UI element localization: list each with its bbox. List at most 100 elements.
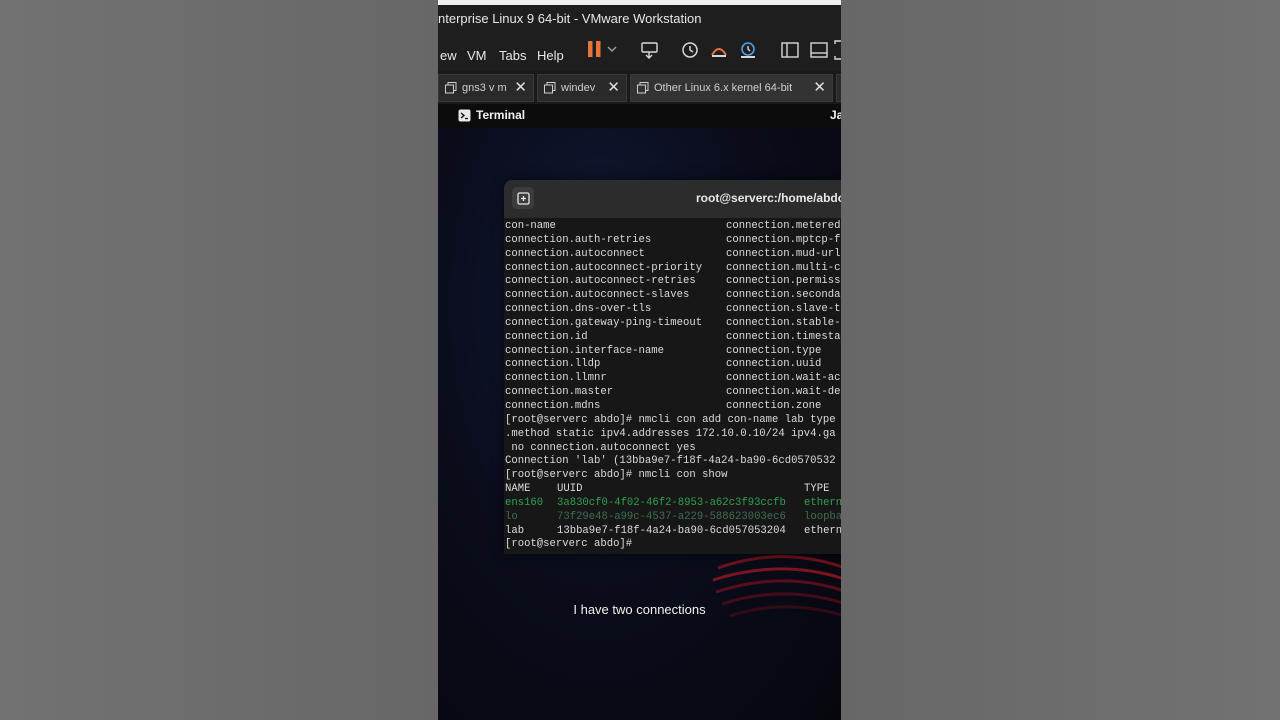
tab-windev[interactable]: windev ✕ [537,74,627,102]
titlebar-top-strip [438,0,841,5]
terminal-line: [root@serverc abdo]# nmcli con show [505,469,728,482]
completion-row: connection.autoconnect connection.mud-url [505,248,841,262]
wallpaper-swirl [712,555,841,618]
send-keys-icon[interactable] [639,39,661,61]
tab-label: windev [561,82,596,94]
activity-label: Terminal [476,108,526,122]
menu-vm[interactable]: VM [465,48,489,63]
table-row: lo 73f29e48-a99c-4537-a229-588623003ec6 lo… [505,511,841,525]
tab-overflow[interactable] [836,74,841,102]
completion-item: connection.uuid [726,358,822,371]
window-title: nterprise Linux 9 64-bit - VMware Workst… [438,11,702,26]
snapshot-icon[interactable] [679,39,701,61]
column-uuid: UUID [557,483,583,496]
terminal-icon [458,109,471,121]
terminal-prompt[interactable]: [root@serverc abdo]# [505,538,841,552]
completion-item: connection.mdns [505,399,601,412]
completion-row: connection.auth-retries connection.mptcp-… [505,234,841,248]
revert-snapshot-icon[interactable] [708,39,730,61]
chevron-down-icon[interactable] [606,38,618,60]
terminal-line: .method static ipv4.addresses 172.10.0.1… [505,427,836,440]
completion-row: connection.master connection.wait-de [505,386,841,400]
completion-item: connection.wait-ac [726,372,841,385]
completion-item: connection.dns-over-tls [505,303,652,316]
row-name: lab [505,524,525,537]
new-tab-button[interactable] [512,187,534,209]
completion-item: connection.zone [726,399,822,412]
snapshot-manager-icon[interactable] [737,39,759,61]
tab-gns3[interactable]: gns3 v m ✕ [438,74,534,102]
activities-terminal[interactable]: Terminal [458,108,525,122]
right-backdrop [841,0,1280,720]
fullscreen-icon[interactable] [834,39,841,61]
tab-other-linux[interactable]: Other Linux 6.x kernel 64-bit ✕ [630,74,833,102]
table-row: lab 13bba9e7-f18f-4a24-ba90-6cd057053204 e… [505,525,841,539]
completion-item: connection.lldp [505,358,601,371]
table-row: ens160 3a830cf0-4f02-46f2-8953-a62c3f93cc… [505,497,841,511]
terminal-line: no connection.autoconnect yes [505,441,696,454]
vmware-window: nterprise Linux 9 64-bit - VMware Workst… [438,0,841,720]
completion-item: connection.autoconnect-slaves [505,289,690,302]
clock[interactable]: Ja [830,108,841,122]
row-name: lo [505,510,518,523]
completion-item: connection.llmnr [505,372,607,385]
window-titlebar: nterprise Linux 9 64-bit - VMware Workst… [438,0,841,36]
completion-row: connection.dns-over-tls connection.slave-… [505,303,841,317]
completion-row: connection.mdns connection.zone [505,400,841,414]
completion-row: connection.autoconnect-retries connection… [505,275,841,289]
new-tab-icon [516,191,530,205]
vm-icon [445,82,457,94]
sidebar-icon[interactable] [779,39,801,61]
completion-row: con-name connection.metered [505,220,841,234]
row-type: loopba [804,510,841,523]
completion-item: connection.id [505,330,588,343]
row-type: ethern [804,524,841,537]
tab-label: Other Linux 6.x kernel 64-bit [654,82,793,94]
completion-row: connection.interface-name connection.type [505,345,841,359]
completion-row: connection.autoconnect-slaves connection.… [505,289,841,303]
completion-item: connection.permiss [726,275,841,288]
completion-item: connection.autoconnect-retries [505,275,696,288]
completion-row: connection.llmnr connection.wait-ac [505,372,841,386]
column-type: TYPE [804,483,830,496]
row-type: ethern [804,496,841,509]
completion-item: connection.mptcp-f [726,233,841,246]
column-name: NAME [505,483,531,496]
completion-row: connection.lldp connection.uuid [505,358,841,372]
video-subtitle: I have two connections [573,602,706,617]
terminal-title: root@serverc:/home/abdo [696,191,841,205]
close-icon[interactable]: ✕ [514,79,527,97]
tab-label: gns3 v m [462,82,507,94]
completion-row: connection.id connection.timesta [505,331,841,345]
vm-icon [544,82,556,94]
console-view-icon[interactable] [808,39,830,61]
menu-view[interactable]: ew [438,48,459,63]
completion-item: connection.mud-url [726,247,841,260]
menu-bar: ew VM Tabs Help [438,36,841,70]
row-name: ens160 [505,496,544,509]
completion-item: connection.autoconnect-priority [505,261,703,274]
completion-item: connection.auth-retries [505,233,652,246]
terminal-line: Connection 'lab' (13bba9e7-f18f-4a24-ba9… [505,455,836,468]
menu-help[interactable]: Help [535,48,566,63]
completion-item: connection.gateway-ping-timeout [505,316,703,329]
left-backdrop [0,0,438,720]
terminal-output: con-name connection.metered connection.au… [505,220,841,552]
menu-tabs[interactable]: Tabs [497,48,528,63]
terminal-window[interactable]: root@serverc:/home/abdo con-name connecti… [504,180,841,554]
row-uuid: 73f29e48-a99c-4537-a229-588623003ec6 [557,510,786,523]
pause-icon[interactable] [584,38,606,60]
terminal-headerbar: root@serverc:/home/abdo [504,180,841,218]
completion-item: connection.slave-t [726,303,841,316]
terminal-line: [root@serverc abdo]# nmcli con add con-n… [505,413,836,426]
vm-tab-bar: gns3 v m ✕ windev ✕ Other Linux 6.x kern… [438,70,841,104]
completion-item: connection.stable- [726,316,841,329]
close-icon[interactable]: ✕ [607,79,620,97]
completion-item: connection.timesta [726,330,841,343]
close-icon[interactable]: ✕ [813,79,826,97]
row-uuid: 3a830cf0-4f02-46f2-8953-a62c3f93ccfb [557,496,786,509]
completion-item: connection.interface-name [505,344,664,357]
completion-row: connection.gateway-ping-timeout connectio… [505,317,841,331]
completion-item: connection.seconda [726,289,841,302]
completion-item: connection.type [726,344,822,357]
